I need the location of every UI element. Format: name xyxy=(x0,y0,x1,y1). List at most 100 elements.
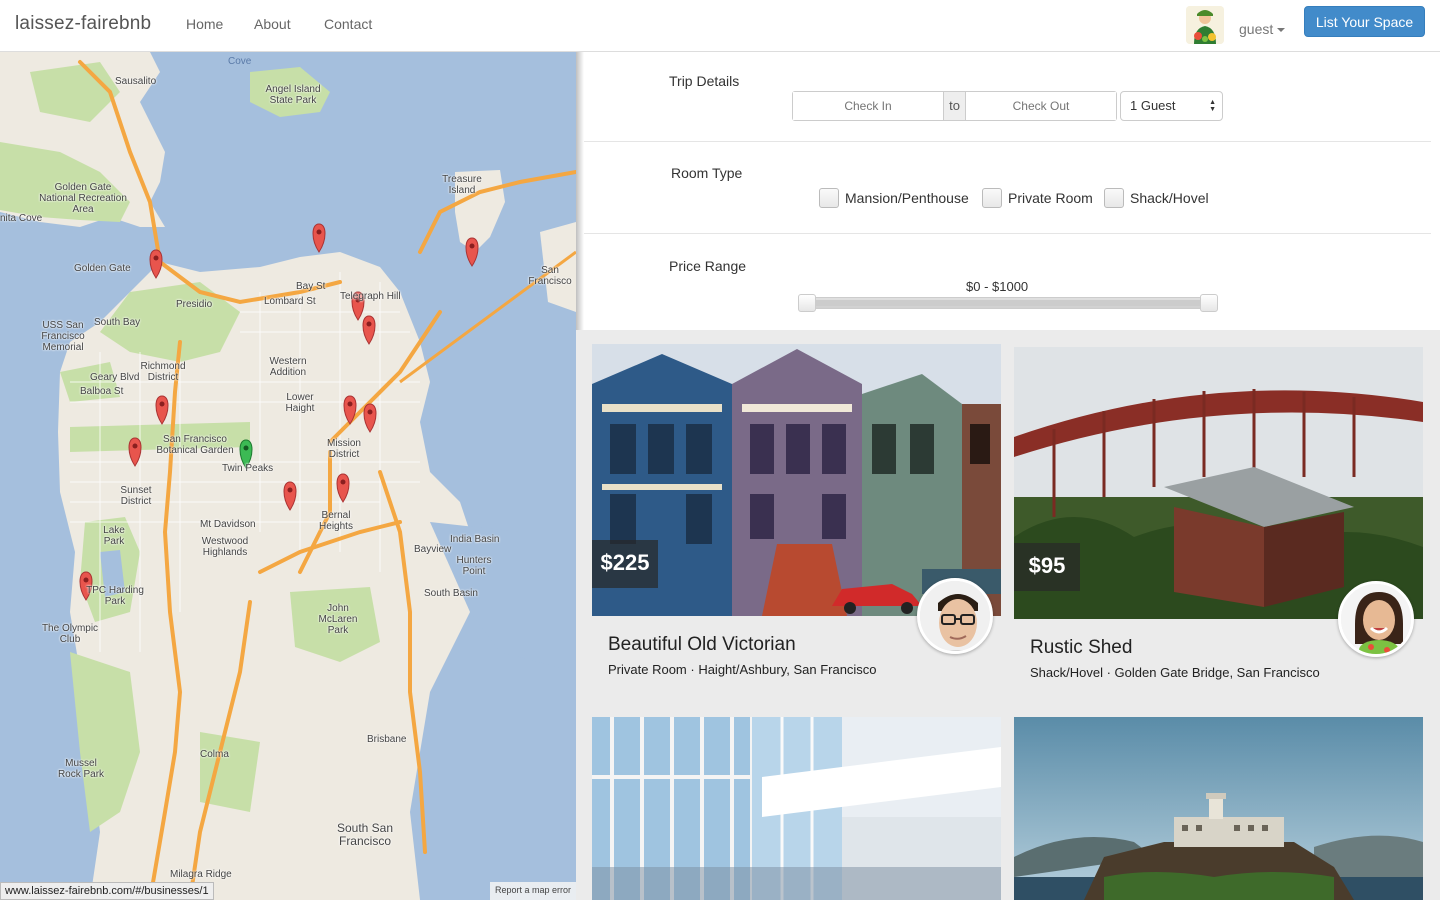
trip-details-row: Trip Details to 1 Guest ▲▼ xyxy=(584,52,1431,142)
map-label-sf-bay: San Francisco xyxy=(528,265,572,287)
slider-fill xyxy=(809,300,1207,306)
chevron-down-icon xyxy=(1277,28,1286,33)
map-label-india-basin: India Basin xyxy=(450,534,500,545)
map-label-golden-gate: Golden Gate xyxy=(74,263,131,274)
report-map-error-link[interactable]: Report a map error xyxy=(489,882,576,900)
check-in-input[interactable] xyxy=(793,92,943,120)
host-avatar[interactable] xyxy=(1338,581,1414,657)
private-room-checkbox[interactable] xyxy=(982,188,1002,208)
slider-min-handle[interactable] xyxy=(798,294,816,312)
room-type-mansion[interactable]: Mansion/Penthouse xyxy=(819,188,969,208)
listing-location: Golden Gate Bridge, San Francisco xyxy=(1114,665,1320,680)
listing-room-type: Private Room xyxy=(608,662,687,677)
listing-location: Haight/Ashbury, San Francisco xyxy=(698,662,877,677)
price-range-label: Price Range xyxy=(669,258,747,274)
list-your-space-button[interactable]: List Your Space xyxy=(1304,6,1425,37)
map-label-uss-sf: USS San Francisco Memorial xyxy=(41,320,85,353)
host-face-image xyxy=(920,581,990,651)
map-label-golden-gate-nra: Golden Gate National Recreation Area xyxy=(39,182,127,215)
listing-title[interactable]: Beautiful Old Victorian xyxy=(608,634,796,656)
date-to-label: to xyxy=(943,92,966,120)
avatar-illustration xyxy=(1186,6,1224,44)
map-label-westwood: Westwood Highlands xyxy=(201,536,249,558)
listing-card[interactable] xyxy=(592,717,1001,900)
user-name: guest xyxy=(1239,21,1274,37)
map-label-south-bay: South Bay xyxy=(94,317,141,328)
brand-logo[interactable]: laissez-fairebnb xyxy=(15,13,151,35)
map-label-twin-peaks: Twin Peaks xyxy=(222,463,274,474)
filter-panel: Trip Details to 1 Guest ▲▼ Room Type Man… xyxy=(584,52,1440,330)
map-label-balboa: Balboa St xyxy=(80,386,124,397)
map-label-treasure-island: Treasure Island xyxy=(442,174,482,196)
map-label-sausalito: Sausalito xyxy=(115,76,157,87)
listing-title[interactable]: Rustic Shed xyxy=(1030,637,1132,659)
map-label-cove: Cove xyxy=(228,56,252,67)
map-label-richmond: Richmond District xyxy=(140,361,186,383)
map-label-telegraph-hill: Telegraph Hill xyxy=(340,291,401,302)
map-label-lake-park: Lake Park xyxy=(103,525,125,547)
shack-label: Shack/Hovel xyxy=(1130,190,1209,206)
map-label-hunters-point: Hunters Point xyxy=(456,555,492,577)
private-room-label: Private Room xyxy=(1008,190,1093,206)
trip-details-label: Trip Details xyxy=(669,73,740,89)
listing-card[interactable] xyxy=(1014,717,1423,900)
listing-price: $95 xyxy=(1014,543,1080,591)
guests-value: 1 Guest xyxy=(1130,98,1176,113)
check-out-input[interactable] xyxy=(966,92,1116,120)
penthouse-image xyxy=(592,717,1001,900)
map-label-geary: Geary Blvd xyxy=(90,372,140,383)
listings-grid: $225 Beautiful Old Victorian Private Roo… xyxy=(576,330,1440,900)
slider-max-handle[interactable] xyxy=(1200,294,1218,312)
listing-photo[interactable] xyxy=(592,717,1001,900)
date-range-group: to xyxy=(792,91,1117,121)
map-label-mclaren-park: John McLaren Park xyxy=(318,603,358,636)
user-avatar[interactable] xyxy=(1186,6,1224,44)
map-label-angel-island: Angel Island State Park xyxy=(265,84,321,106)
map-label-south-sf: South San Francisco xyxy=(336,821,394,848)
nav-about-link[interactable]: About xyxy=(254,16,291,32)
alcatraz-image xyxy=(1014,717,1423,900)
guests-select[interactable]: 1 Guest ▲ ▼ xyxy=(1120,91,1223,121)
map-label-western-addition: Western Addition xyxy=(269,356,307,378)
host-avatar[interactable] xyxy=(917,578,993,654)
map-label-brisbane: Brisbane xyxy=(367,734,407,745)
map-label-colma: Colma xyxy=(200,749,229,760)
nav-contact-link[interactable]: Contact xyxy=(324,16,372,32)
nav-home-link[interactable]: Home xyxy=(186,16,223,32)
map[interactable]: Sausalito Cove Angel Island State Park T… xyxy=(0,52,576,900)
map-label-bay-cove: nita Cove xyxy=(0,213,43,224)
listing-card[interactable]: $225 Beautiful Old Victorian Private Roo… xyxy=(592,344,1001,694)
status-url: www.laissez-fairebnb.com/#/businesses/1 xyxy=(0,882,214,900)
map-label-botanical-garden: San Francisco Botanical Garden xyxy=(156,434,234,456)
price-range-value: $0 - $1000 xyxy=(966,279,1029,294)
price-range-slider[interactable] xyxy=(798,294,1218,312)
room-type-label: Room Type xyxy=(671,165,743,181)
select-arrows-icon: ▲ ▼ xyxy=(1209,99,1216,113)
host-face-image xyxy=(1341,584,1411,654)
map-label-bernal: Bernal Heights xyxy=(319,510,353,532)
map-label-lower-haight: Lower Haight xyxy=(285,392,315,414)
listing-card[interactable]: $95 Rustic Shed Shack/Hovel · Golden Gat… xyxy=(1014,347,1423,697)
map-label-mt-davidson: Mt Davidson xyxy=(200,519,256,530)
listing-price: $225 xyxy=(592,540,658,588)
map-label-bay-st: Bay St xyxy=(296,281,326,292)
map-label-lombard: Lombard St xyxy=(264,296,316,307)
user-dropdown[interactable]: guest xyxy=(1239,21,1286,37)
map-label-mussel-rock: Mussel Rock Park xyxy=(57,758,105,780)
mansion-checkbox[interactable] xyxy=(819,188,839,208)
room-type-private-room[interactable]: Private Room xyxy=(982,188,1093,208)
map-label-milagra: Milagra Ridge xyxy=(170,869,232,880)
mansion-label: Mansion/Penthouse xyxy=(845,190,969,206)
map-label-south-basin: South Basin xyxy=(424,588,478,599)
room-type-shack[interactable]: Shack/Hovel xyxy=(1104,188,1209,208)
listing-subtitle: Shack/Hovel · Golden Gate Bridge, San Fr… xyxy=(1030,665,1320,680)
map-label-olympic-club: The Olympic Club xyxy=(41,623,99,645)
map-label-presidio: Presidio xyxy=(176,299,213,310)
map-label-tpc-harding: TPC Harding Park xyxy=(86,585,144,607)
map-label-mission: Mission District xyxy=(327,438,361,460)
map-label-sunset: Sunset District xyxy=(120,485,152,507)
navbar: laissez-fairebnb Home About Contact gues… xyxy=(0,0,1440,52)
shack-checkbox[interactable] xyxy=(1104,188,1124,208)
listing-photo[interactable] xyxy=(1014,717,1423,900)
listing-room-type: Shack/Hovel xyxy=(1030,665,1103,680)
